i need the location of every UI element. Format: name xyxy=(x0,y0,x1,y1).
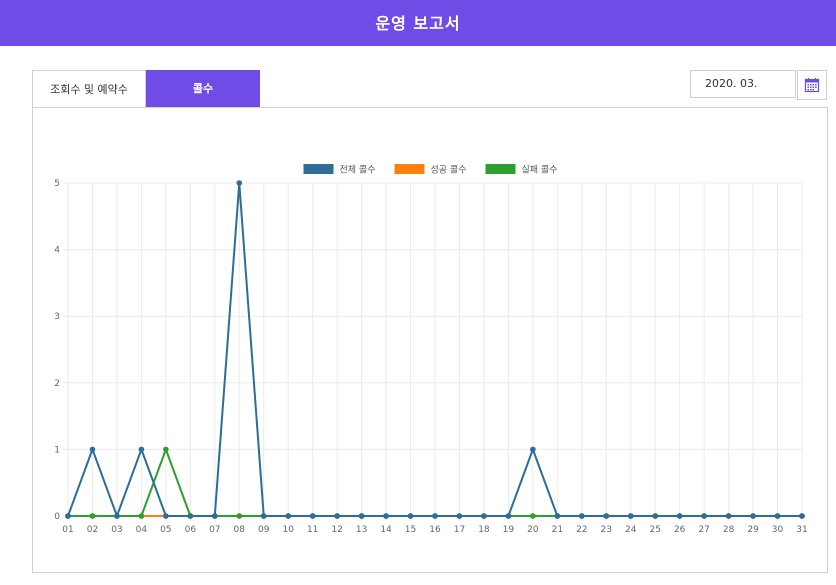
x-tick-label: 04 xyxy=(136,525,148,535)
y-tick-label: 0 xyxy=(54,512,60,522)
data-point xyxy=(530,446,536,453)
data-point xyxy=(309,513,316,519)
y-tick-label: 5 xyxy=(54,179,60,189)
data-point xyxy=(163,513,169,519)
data-point xyxy=(530,513,536,519)
data-point xyxy=(358,513,365,519)
y-tick-label: 4 xyxy=(54,246,60,256)
data-point xyxy=(579,513,585,519)
y-tick-label: 3 xyxy=(54,312,60,322)
x-tick-label: 09 xyxy=(258,525,270,535)
data-point xyxy=(212,513,218,519)
data-point xyxy=(285,513,291,519)
data-point xyxy=(603,513,610,519)
header-bar: 운영 보고서 xyxy=(0,0,836,46)
x-tick-label: 03 xyxy=(111,525,122,535)
calendar-button[interactable] xyxy=(797,70,827,100)
x-tick-label: 06 xyxy=(185,525,197,535)
data-point xyxy=(456,513,463,519)
y-tick-label: 2 xyxy=(54,379,60,389)
data-point xyxy=(260,513,267,519)
x-tick-label: 20 xyxy=(527,525,539,535)
x-tick-label: 12 xyxy=(331,525,342,535)
x-tick-label: 30 xyxy=(772,525,784,535)
x-tick-label: 15 xyxy=(405,525,416,535)
data-point xyxy=(652,513,658,519)
x-tick-label: 10 xyxy=(282,525,294,535)
data-point xyxy=(627,513,634,519)
legend-swatch xyxy=(485,164,516,174)
data-point xyxy=(725,513,732,519)
legend-swatch xyxy=(394,164,425,174)
x-tick-label: 05 xyxy=(160,525,171,535)
data-point xyxy=(505,513,512,519)
data-point xyxy=(432,513,438,519)
x-tick-label: 18 xyxy=(478,525,490,535)
legend-label: 전체 콜수 xyxy=(340,165,376,176)
legend-swatch xyxy=(303,164,334,174)
calendar-icon xyxy=(804,77,820,93)
data-point xyxy=(65,513,71,519)
month-input[interactable]: 2020. 03. xyxy=(690,70,796,98)
x-tick-label: 29 xyxy=(747,525,759,535)
data-point xyxy=(481,513,487,519)
x-tick-label: 02 xyxy=(87,525,98,535)
data-point xyxy=(187,513,194,519)
tab-bar: 조회수 및 예약수 콜수 xyxy=(32,70,260,107)
data-point xyxy=(554,513,561,519)
chart-panel: 0 1 2 3 4 5 01 02 03 04 05 06 07 08 09 10 11 12 13 14 15 16 17… xyxy=(32,107,828,573)
x-tick-label: 08 xyxy=(234,525,246,535)
data-point xyxy=(799,513,805,519)
data-point xyxy=(89,513,96,519)
x-tick-label: 23 xyxy=(601,525,612,535)
x-tick-label: 11 xyxy=(307,525,318,535)
data-point xyxy=(383,513,389,519)
legend-label: 실패 콜수 xyxy=(522,165,558,176)
calls-line-chart: 01234501 02 03 04 05 06 07 08 09 10 11 12 13 14 15 16 17… xyxy=(54,164,808,535)
data-point xyxy=(89,446,96,453)
x-tick-label: 26 xyxy=(674,525,686,535)
legend-label: 성공 콜수 xyxy=(431,165,467,176)
x-tick-label: 17 xyxy=(454,525,465,535)
x-tick-label: 07 xyxy=(209,525,220,535)
x-tick-label: 01 xyxy=(62,525,73,535)
tab-views-reservations[interactable]: 조회수 및 예약수 xyxy=(32,70,146,107)
x-tick-label: 24 xyxy=(625,525,637,535)
x-tick-label: 22 xyxy=(576,525,587,535)
x-tick-label: 14 xyxy=(380,525,392,535)
data-point xyxy=(236,180,243,186)
x-tick-label: 28 xyxy=(723,525,735,535)
x-tick-label: 27 xyxy=(698,525,709,535)
data-point xyxy=(334,513,340,519)
data-point xyxy=(138,446,145,453)
y-tick-label: 1 xyxy=(54,445,60,455)
data-point xyxy=(163,446,169,453)
data-point xyxy=(676,513,683,519)
x-tick-label: 25 xyxy=(649,525,660,535)
data-point xyxy=(114,513,120,519)
data-point xyxy=(138,513,145,519)
x-tick-label: 19 xyxy=(503,525,515,535)
page-title: 운영 보고서 xyxy=(375,14,461,33)
x-tick-label: 21 xyxy=(552,525,563,535)
tab-calls[interactable]: 콜수 xyxy=(146,70,260,107)
x-tick-label: 13 xyxy=(356,525,367,535)
data-point xyxy=(236,513,243,519)
data-point xyxy=(774,513,781,519)
data-point xyxy=(750,513,756,519)
data-point xyxy=(407,513,414,519)
x-tick-label: 16 xyxy=(429,525,441,535)
x-tick-label: 31 xyxy=(796,525,807,535)
data-point xyxy=(701,513,707,519)
